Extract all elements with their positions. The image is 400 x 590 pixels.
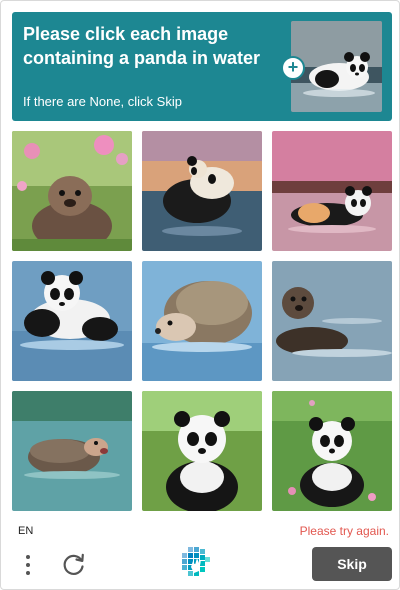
challenge-header: Please click each image containing a pan… bbox=[12, 12, 392, 121]
image-tile-6[interactable] bbox=[272, 261, 392, 381]
skip-button[interactable]: Skip bbox=[312, 547, 392, 581]
hcaptcha-logo-icon bbox=[182, 547, 210, 579]
error-message: Please try again. bbox=[299, 524, 389, 538]
image-tile-4[interactable] bbox=[12, 261, 132, 381]
captcha-challenge-frame: Please click each image containing a pan… bbox=[0, 0, 400, 590]
challenge-instruction: If there are None, click Skip bbox=[23, 94, 182, 109]
vertical-dots-icon[interactable] bbox=[18, 552, 38, 578]
image-tile-3[interactable] bbox=[272, 131, 392, 251]
challenge-prompt: Please click each image containing a pan… bbox=[23, 24, 261, 68]
language-label: EN bbox=[18, 525, 34, 537]
refresh-icon[interactable] bbox=[61, 551, 87, 577]
image-tile-9[interactable] bbox=[272, 391, 392, 511]
plus-icon: + bbox=[281, 56, 305, 80]
image-tile-5[interactable] bbox=[142, 261, 262, 381]
image-tile-8[interactable] bbox=[142, 391, 262, 511]
image-tile-1[interactable] bbox=[12, 131, 132, 251]
image-tile-2[interactable] bbox=[142, 131, 262, 251]
image-tile-7[interactable] bbox=[12, 391, 132, 511]
